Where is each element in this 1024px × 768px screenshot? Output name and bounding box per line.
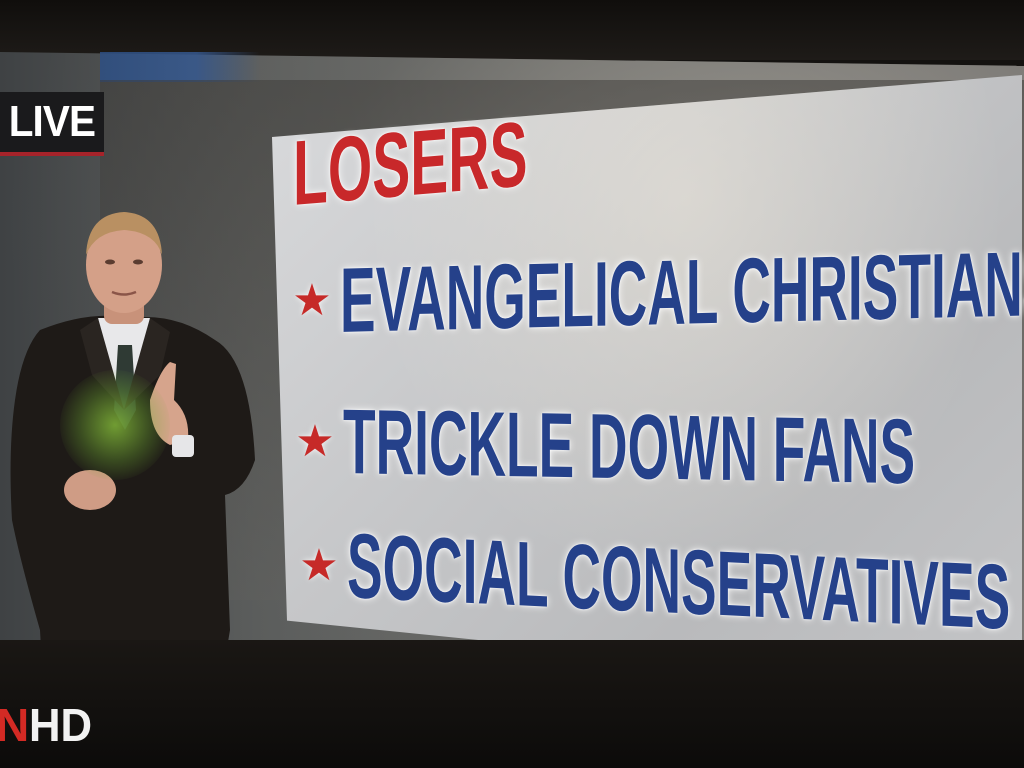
graphic-list-item-label: TRICKLE DOWN FANS bbox=[343, 391, 916, 504]
tv-bezel-bottom bbox=[0, 640, 1024, 768]
star-icon: ★ bbox=[292, 275, 332, 326]
background-blue-panel bbox=[100, 52, 260, 82]
live-badge: LIVE bbox=[0, 92, 104, 156]
tv-frame: LOSERS ★ EVANGELICAL CHRISTIANS ★ TRICKL… bbox=[0, 0, 1024, 768]
graphic-list-item: ★ SOCIAL CONSERVATIVES bbox=[299, 515, 1024, 649]
graphic-heading: LOSERS bbox=[293, 103, 528, 225]
network-hd-label: HD bbox=[29, 699, 93, 751]
graphic-list-item-label: EVANGELICAL CHRISTIANS bbox=[340, 232, 1024, 352]
star-icon: ★ bbox=[295, 416, 335, 467]
network-logo-fragment: N bbox=[0, 699, 29, 751]
graphic-list-item: ★ TRICKLE DOWN FANS bbox=[295, 391, 1024, 503]
live-badge-label: LIVE bbox=[8, 97, 96, 146]
lens-flare bbox=[60, 370, 170, 480]
graphic-list-item: ★ EVANGELICAL CHRISTIANS bbox=[292, 233, 1024, 352]
network-logo: N HD bbox=[0, 700, 96, 750]
tv-bezel-top bbox=[0, 0, 1024, 60]
star-icon: ★ bbox=[299, 540, 339, 591]
